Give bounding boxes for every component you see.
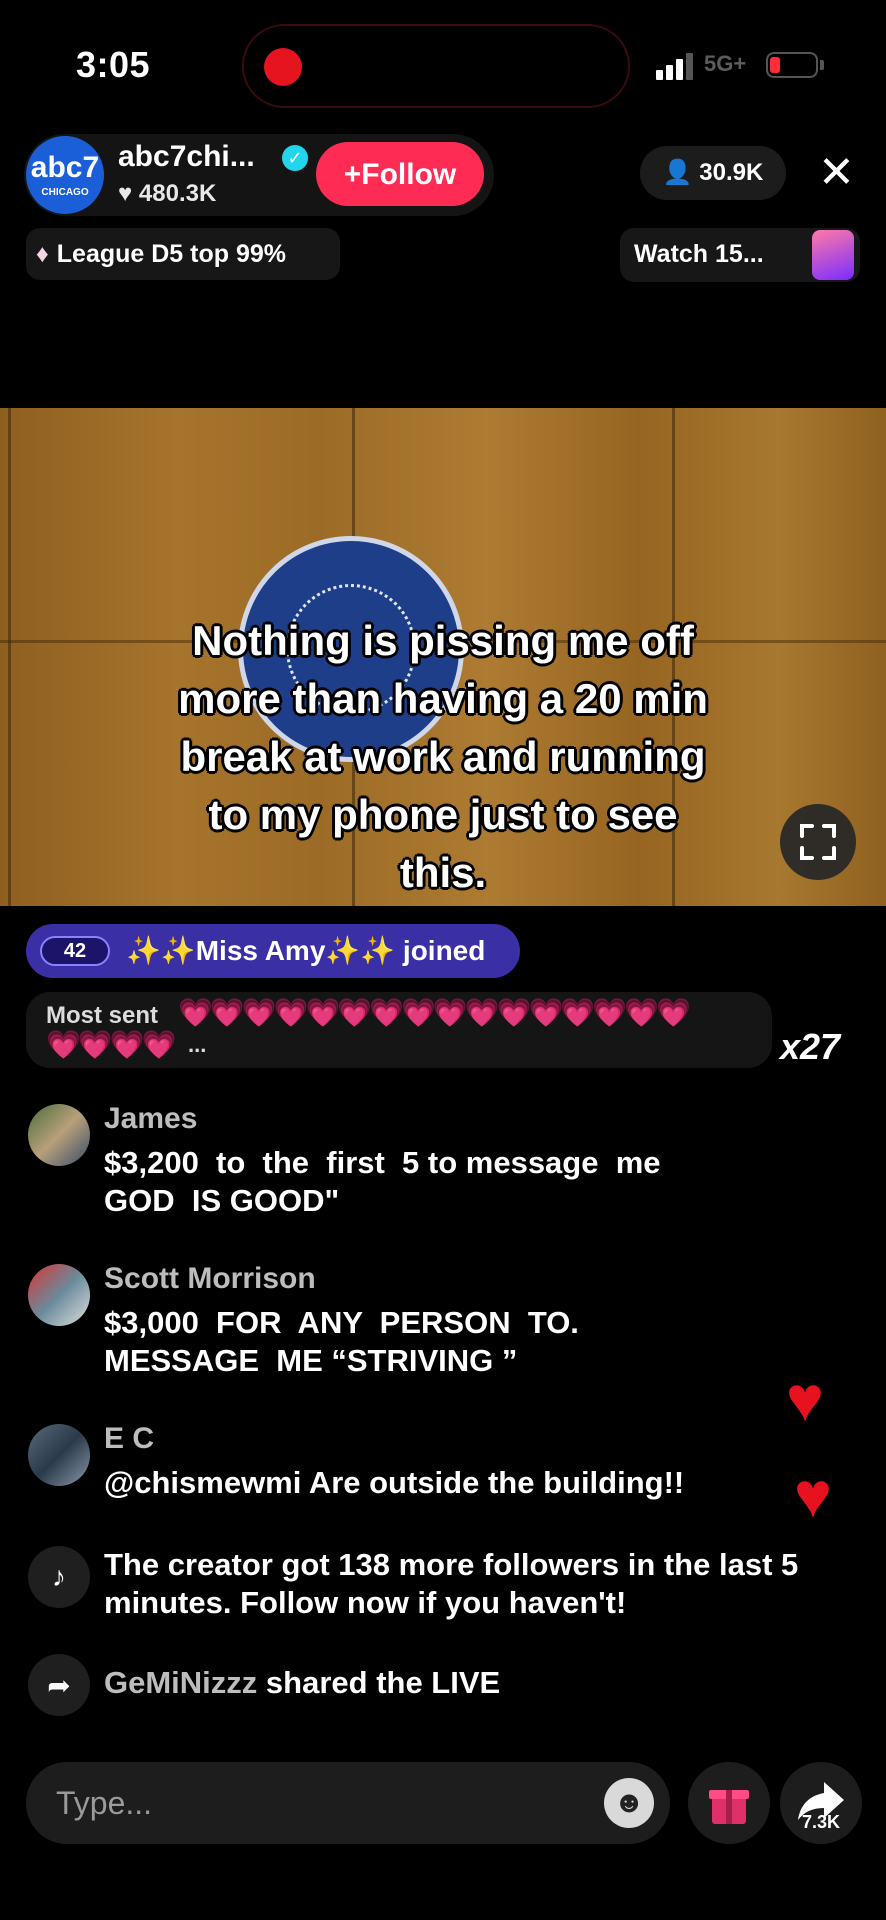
viewer-count-text: 30.9K [699, 159, 764, 186]
caption-line: Nothing is pissing me off [192, 617, 694, 664]
watch-thumbnail[interactable] [812, 230, 854, 280]
abc7-logo: abc7 [30, 150, 100, 184]
host-name[interactable]: abc7chi... [118, 140, 255, 174]
caption-line: break at work and running [180, 733, 706, 780]
commenter-avatar[interactable] [28, 1264, 90, 1326]
fullscreen-icon[interactable] [780, 804, 856, 880]
share-arrow-icon: ➦ [28, 1654, 90, 1716]
viewer-count[interactable]: 👤 30.9K [640, 146, 786, 200]
close-icon[interactable]: ✕ [818, 146, 855, 200]
host-avatar[interactable]: abc7 CHICAGO [26, 136, 104, 214]
diamond-icon: ♦ [36, 240, 49, 268]
heart-icon: ♥ [118, 180, 133, 207]
tiktok-icon: ♪ [28, 1546, 90, 1608]
caption-line: more than having a 20 min [178, 675, 708, 722]
share-count: 7.3K [801, 1812, 841, 1832]
emoji-icon[interactable]: ☻ [604, 1778, 654, 1828]
floating-heart-icon: ♥ [786, 1363, 824, 1435]
caption-line: this. [399, 849, 487, 896]
watch-label: Watch 15... [634, 240, 764, 268]
system-message: The creator got 138 more followers in th… [104, 1547, 807, 1620]
commenter-name[interactable]: James [104, 1102, 197, 1136]
commenter-name[interactable]: Scott Morrison [104, 1262, 316, 1296]
gift-icon[interactable] [688, 1762, 770, 1844]
caption-line: to my phone just to see [208, 791, 678, 838]
share-event-user[interactable]: GeMiNizzz [104, 1665, 257, 1700]
follow-button[interactable]: +Follow [316, 142, 484, 206]
hearts-ellipsis: ... [188, 1032, 207, 1057]
plus-icon: + [343, 158, 362, 191]
status-time: 3:05 [76, 44, 151, 85]
league-badge[interactable]: ♦ League D5 top 99% [26, 228, 340, 280]
commenter-avatar[interactable] [28, 1424, 90, 1486]
host-likes: ♥ 480.3K [118, 180, 216, 208]
comment-text: $3,200 to the first 5 to message me GOD … [104, 1145, 661, 1218]
recording-indicator-icon [264, 48, 302, 86]
comment-text: $3,000 FOR ANY PERSON TO. MESSAGE ME “ST… [104, 1305, 579, 1378]
floating-heart-icon: ♥ [794, 1459, 832, 1531]
gift-combo-count: x27 [780, 1026, 841, 1067]
likes-count: 480.3K [138, 180, 217, 207]
share-event-action: shared the LIVE [265, 1665, 501, 1700]
follow-label: Follow [361, 158, 457, 191]
comment-input[interactable] [26, 1762, 670, 1844]
battery-level [770, 57, 780, 73]
most-sent-label: Most sent [46, 1002, 159, 1029]
battery-tip [820, 60, 824, 70]
join-text: ✨✨Miss Amy✨✨ joined [126, 935, 486, 966]
hearts-row: 💗💗💗💗 [46, 1029, 176, 1060]
signal-icon [656, 53, 693, 80]
user-level-badge: 42 [40, 936, 110, 966]
comment-text: @chismewmi Are outside the building!! [104, 1465, 685, 1500]
commenter-name[interactable]: E C [104, 1422, 154, 1456]
avatar-city: CHICAGO [41, 186, 89, 198]
person-icon: 👤 [662, 159, 693, 186]
commenter-avatar[interactable] [28, 1104, 90, 1166]
league-text: League D5 top 99% [56, 240, 286, 268]
share-event: GeMiNizzz shared the LIVE [104, 1664, 804, 1702]
hearts-row: 💗💗💗💗💗💗💗💗💗💗💗💗💗💗💗💗 [178, 997, 691, 1028]
video-caption: Nothing is pissing me off more than havi… [0, 612, 886, 902]
network-type: 5G+ [704, 51, 747, 76]
verified-badge-icon: ✓ [282, 145, 308, 171]
